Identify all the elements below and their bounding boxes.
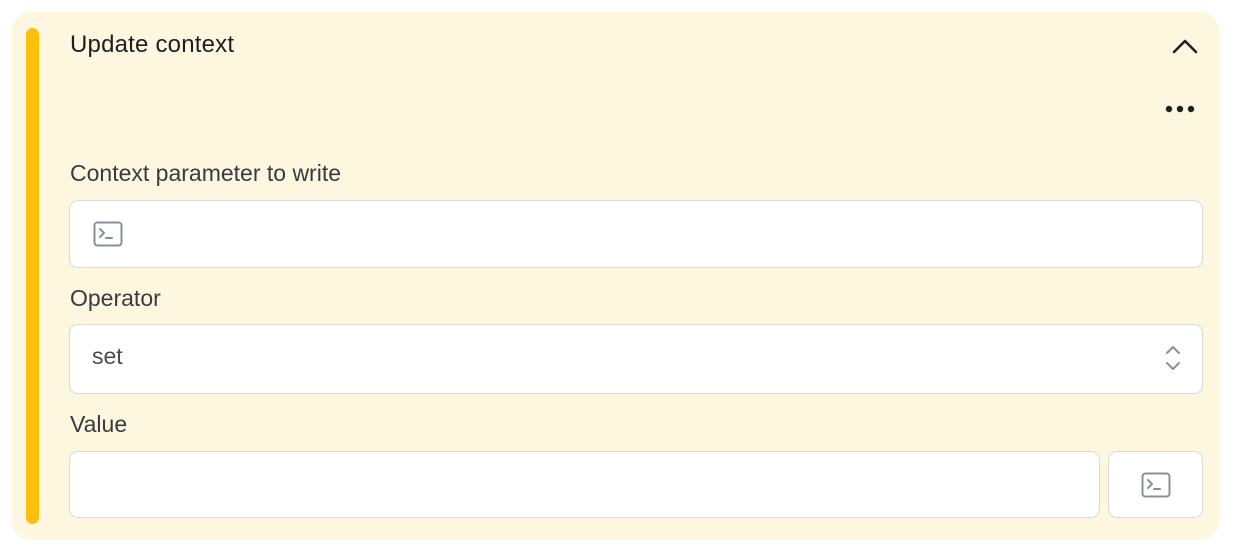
terminal-icon [92,219,124,249]
context-param-input[interactable] [69,200,1203,268]
block-accent-bar [26,28,39,524]
terminal-icon [1141,472,1170,497]
chevron-up-down-icon [1164,342,1182,374]
context-param-label: Context parameter to write [70,160,342,186]
value-input[interactable] [69,451,1100,518]
value-expression-button[interactable] [1108,451,1203,518]
chevron-up-icon [1172,39,1198,54]
block-title: Update context [70,31,235,58]
collapse-button[interactable] [1168,32,1202,60]
operator-label: Operator [70,285,161,311]
operator-select[interactable]: set [69,324,1203,394]
more-horizontal-icon [1165,105,1195,113]
update-context-block: Update context Context parameter to writ… [12,12,1219,540]
operator-selected-value: set [92,343,123,369]
value-label: Value [70,411,128,437]
more-options-button[interactable] [1160,96,1200,122]
